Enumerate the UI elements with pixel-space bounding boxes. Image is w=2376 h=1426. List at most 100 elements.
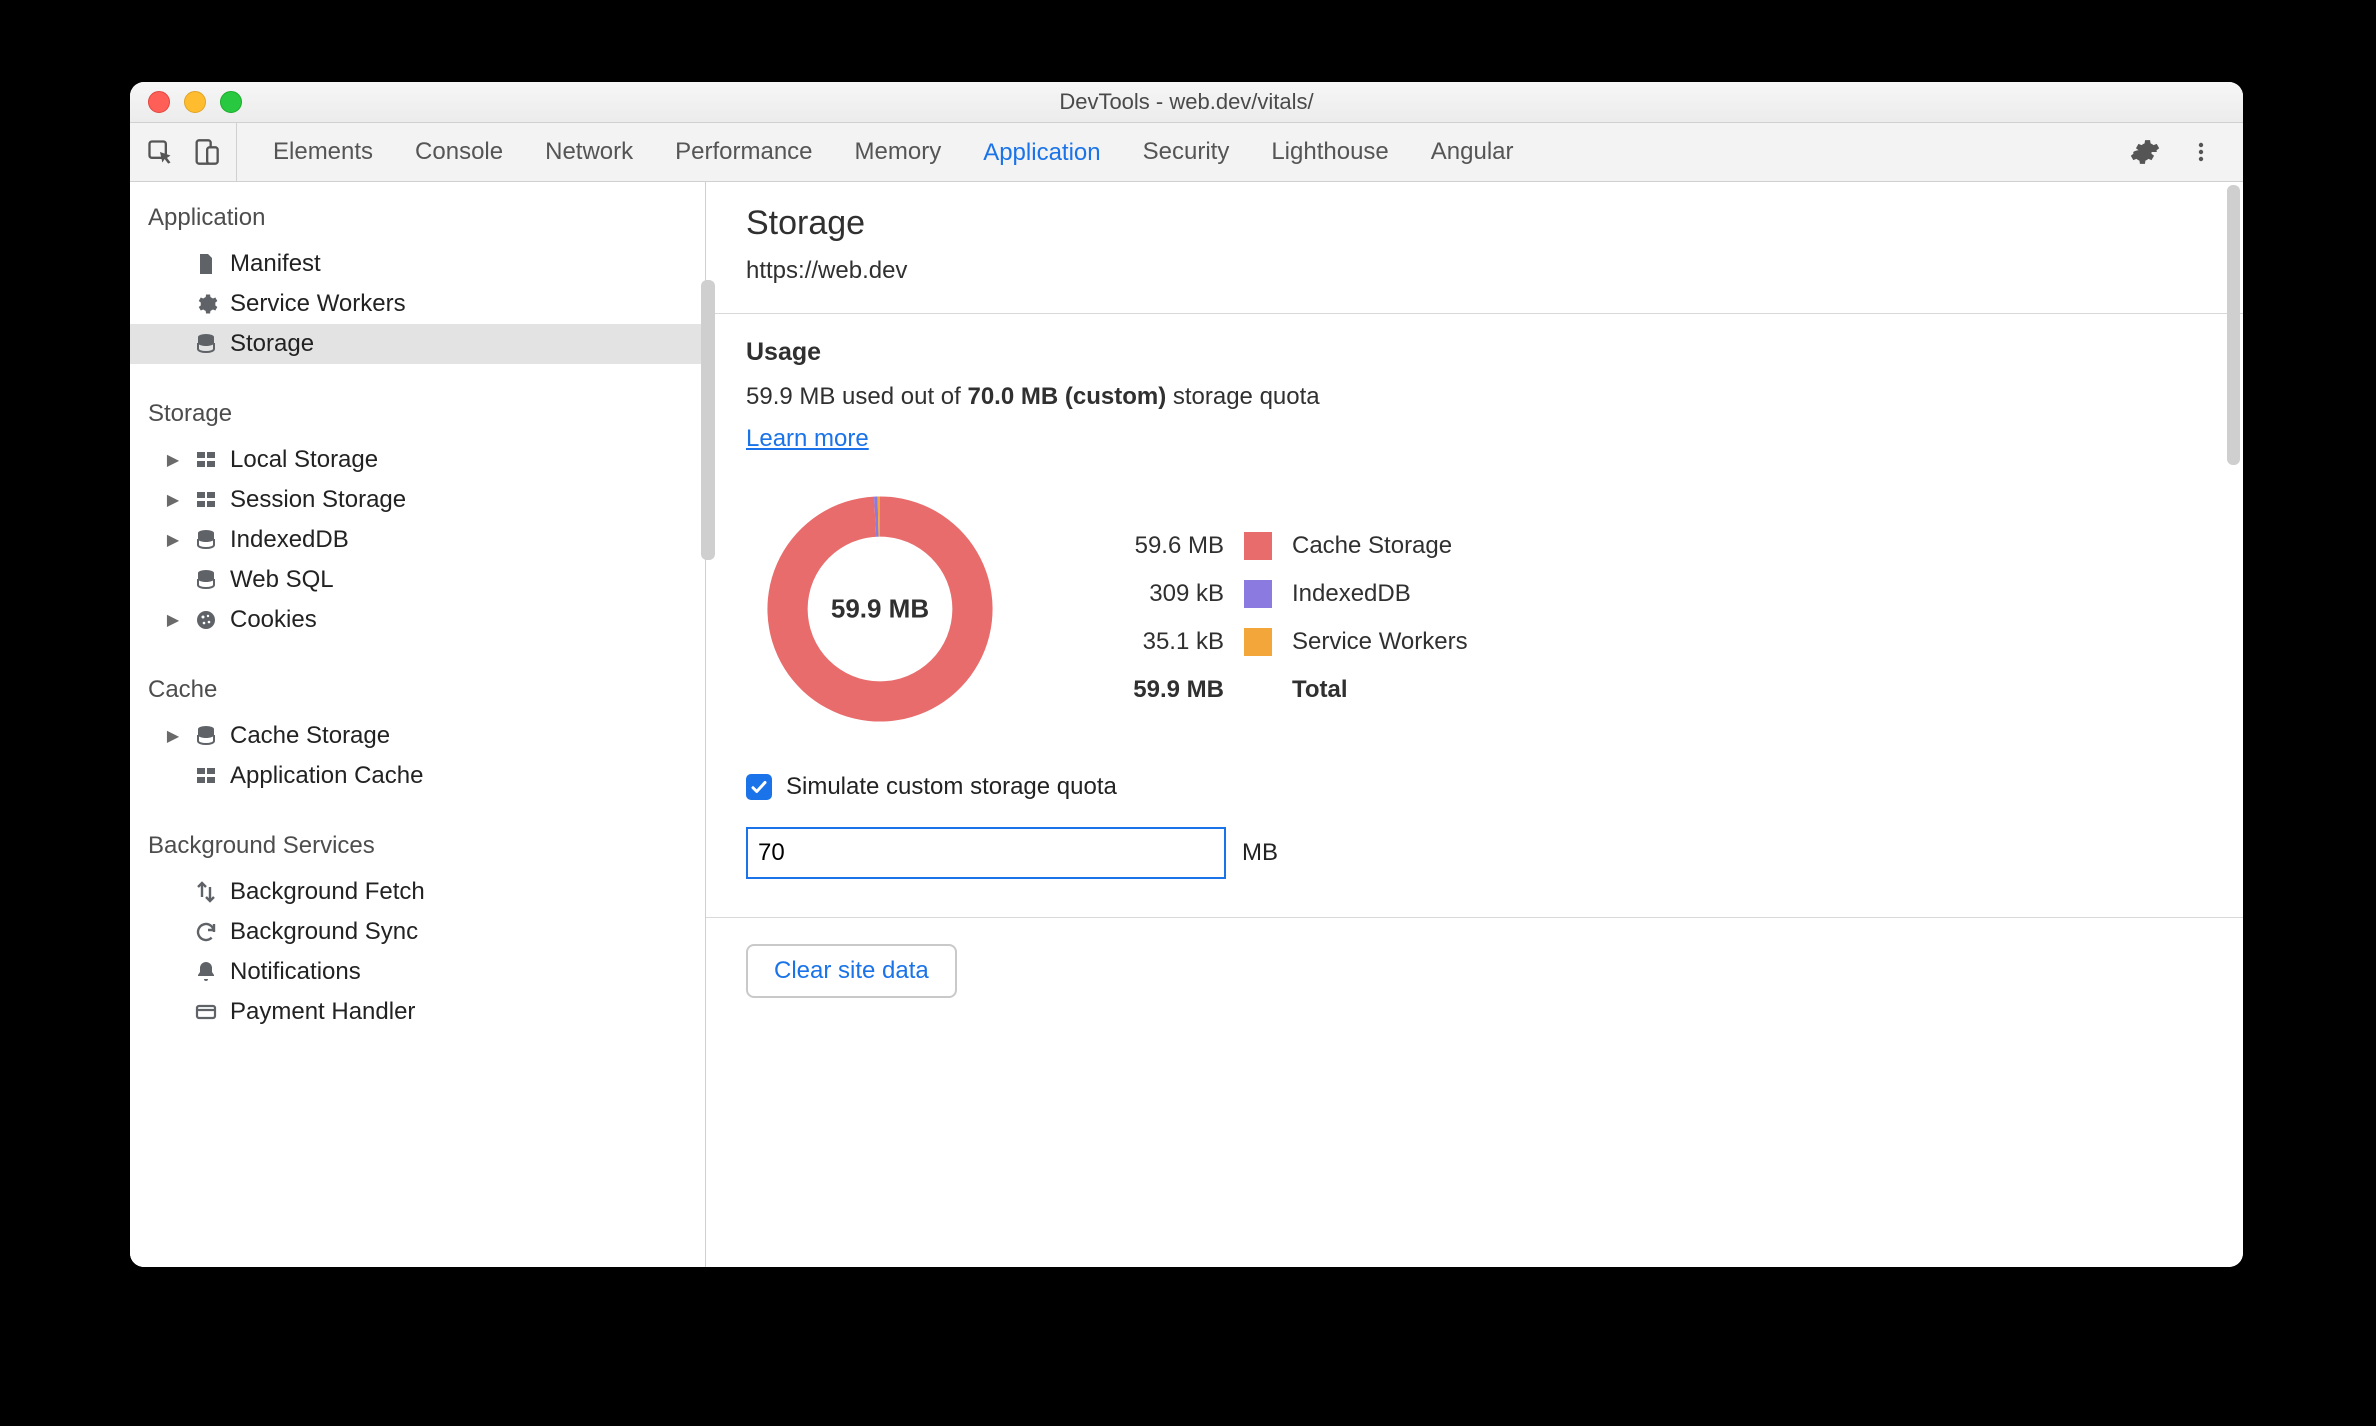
window-titlebar: DevTools - web.dev/vitals/ [130,82,2243,123]
usage-donut-chart: 59.9 MB [746,475,1014,743]
tab-elements[interactable]: Elements [273,123,373,181]
sidebar-item-web-sql[interactable]: Web SQL [130,560,705,600]
sidebar-item-label: Session Storage [230,486,406,514]
storage-origin: https://web.dev [746,257,2203,285]
expander-icon[interactable]: ▶ [164,450,182,470]
sidebar-item-label: Application Cache [230,762,423,790]
sidebar-item-payment-handler[interactable]: Payment Handler [130,992,705,1032]
quota-input[interactable] [746,827,1226,879]
sidebar-item-label: Background Sync [230,918,418,946]
legend-total: 59.9 MB Total [1094,666,1468,714]
usage-legend: 59.6 MB Cache Storage 309 kB IndexedDB 35.1 … [1094,504,1468,714]
arrows-icon [192,878,220,906]
db-icon [192,566,220,594]
legend-swatch [1244,580,1272,608]
sidebar-item-label: Background Fetch [230,878,425,906]
simulate-quota-checkbox[interactable] [746,774,772,800]
close-window-button[interactable] [148,91,170,113]
expander-icon[interactable]: ▶ [164,610,182,630]
sidebar-item-notifications[interactable]: Notifications [130,952,705,992]
usage-quota: 70.0 MB (custom) [967,383,1166,410]
sidebar-item-label: Storage [230,330,314,358]
sidebar-item-label: Service Workers [230,290,406,318]
grid-icon [192,446,220,474]
sidebar-item-session-storage[interactable]: ▶ Session Storage [130,480,705,520]
tab-memory[interactable]: Memory [855,123,942,181]
storage-panel: Storage https://web.dev Usage 59.9 MB us… [706,182,2243,1267]
sidebar-item-manifest[interactable]: Manifest [130,244,705,284]
cookie-icon [192,606,220,634]
more-vert-icon[interactable] [2185,136,2217,168]
legend-row: 59.6 MB Cache Storage [1094,522,1468,570]
minimize-window-button[interactable] [184,91,206,113]
legend-swatch [1244,532,1272,560]
sidebar-item-indexeddb[interactable]: ▶ IndexedDB [130,520,705,560]
usage-used: 59.9 MB [746,383,835,410]
grid-icon [192,486,220,514]
legend-row: 35.1 kB Service Workers [1094,618,1468,666]
inspect-element-icon[interactable] [144,136,176,168]
tab-console[interactable]: Console [415,123,503,181]
sidebar-item-cookies[interactable]: ▶ Cookies [130,600,705,640]
sidebar-item-label: Cache Storage [230,722,390,750]
usage-heading: Usage [746,338,2203,367]
legend-size: 35.1 kB [1094,628,1224,656]
usage-summary: 59.9 MB used out of 70.0 MB (custom) sto… [746,383,2203,411]
sidebar-item-background-sync[interactable]: Background Sync [130,912,705,952]
legend-label: Cache Storage [1292,532,1452,560]
tab-security[interactable]: Security [1143,123,1230,181]
sidebar-section-title: Storage [130,378,705,440]
sidebar-item-service-workers[interactable]: Service Workers [130,284,705,324]
expander-icon[interactable]: ▶ [164,726,182,746]
sync-icon [192,918,220,946]
legend-size: 309 kB [1094,580,1224,608]
legend-swatch [1244,628,1272,656]
legend-row: 309 kB IndexedDB [1094,570,1468,618]
legend-label: IndexedDB [1292,580,1411,608]
legend-total-label: Total [1292,676,1348,704]
main-scrollbar[interactable] [2227,185,2240,465]
sidebar-section-title: Application [130,182,705,244]
sidebar-section-title: Background Services [130,810,705,872]
legend-size: 59.6 MB [1094,532,1224,560]
sidebar-item-label: IndexedDB [230,526,349,554]
tab-lighthouse[interactable]: Lighthouse [1271,123,1388,181]
quota-unit: MB [1242,839,1278,867]
sidebar-item-label: Web SQL [230,566,334,594]
panel-heading: Storage [746,204,2203,243]
donut-center-label: 59.9 MB [746,594,1014,625]
learn-more-link[interactable]: Learn more [746,425,869,453]
legend-label: Service Workers [1292,628,1468,656]
sidebar-item-storage[interactable]: Storage [130,324,705,364]
sidebar-item-local-storage[interactable]: ▶ Local Storage [130,440,705,480]
maximize-window-button[interactable] [220,91,242,113]
sidebar-item-cache-storage[interactable]: ▶ Cache Storage [130,716,705,756]
expander-icon[interactable]: ▶ [164,490,182,510]
legend-total-size: 59.9 MB [1094,676,1224,704]
db-icon [192,330,220,358]
bell-icon [192,958,220,986]
sidebar-scrollbar[interactable] [701,280,715,560]
db-icon [192,526,220,554]
devtools-window: DevTools - web.dev/vitals/ Eleme [130,82,2243,1267]
sidebar-item-label: Cookies [230,606,317,634]
db-icon [192,722,220,750]
expander-icon[interactable]: ▶ [164,530,182,550]
tab-network[interactable]: Network [545,123,633,181]
settings-gear-icon[interactable] [2129,136,2161,168]
sidebar-item-label: Manifest [230,250,321,278]
sidebar-item-label: Local Storage [230,446,378,474]
sidebar-item-background-fetch[interactable]: Background Fetch [130,872,705,912]
device-toolbar-icon[interactable] [190,136,222,168]
sidebar-item-label: Notifications [230,958,361,986]
window-title: DevTools - web.dev/vitals/ [130,89,2243,115]
application-sidebar: Application Manifest Service Workers Storag… [130,182,706,1267]
sidebar-item-application-cache[interactable]: Application Cache [130,756,705,796]
simulate-quota-label: Simulate custom storage quota [786,773,1117,801]
tab-angular[interactable]: Angular [1431,123,1514,181]
clear-site-data-button[interactable]: Clear site data [746,944,957,998]
devtools-tabbar: Elements Console Network Performance Memory A… [130,123,2243,182]
grid-icon [192,762,220,790]
tab-performance[interactable]: Performance [675,123,812,181]
tab-application[interactable]: Application [983,120,1100,186]
